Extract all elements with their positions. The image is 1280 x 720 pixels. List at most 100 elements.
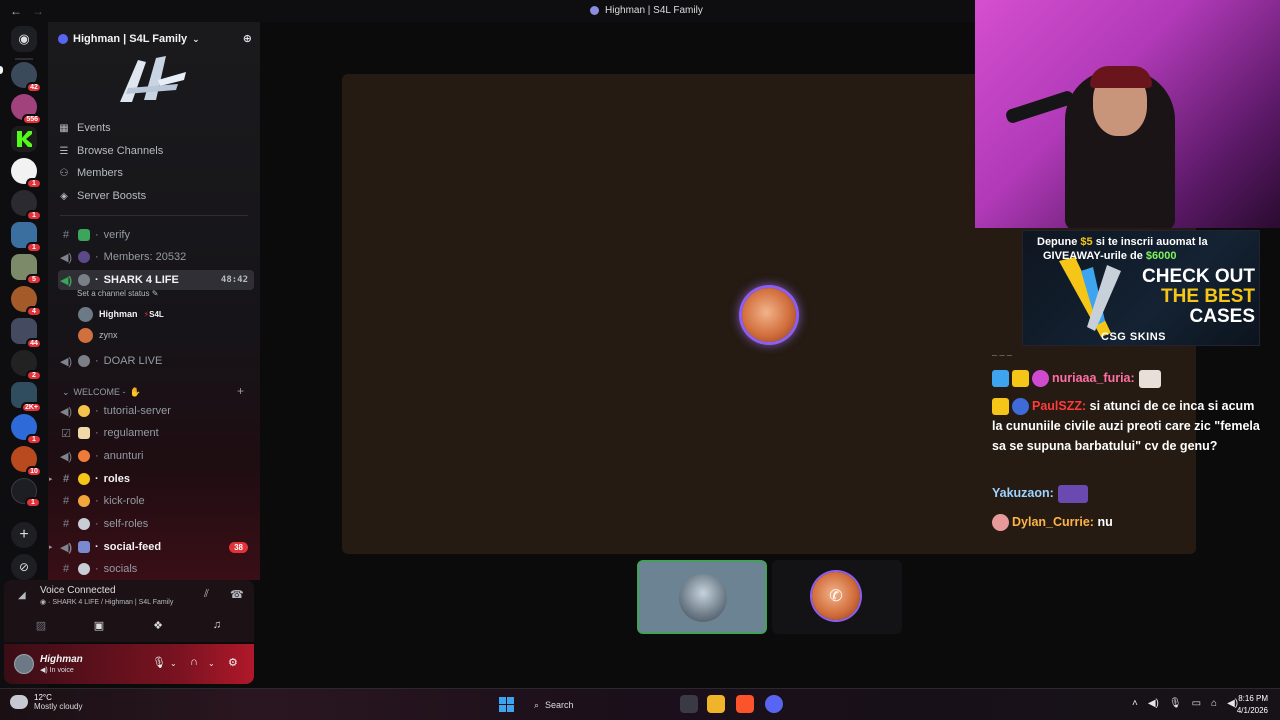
add-server-icon[interactable]: + bbox=[11, 522, 37, 548]
voice-connected-label[interactable]: Voice Connected bbox=[40, 585, 116, 596]
channel-regulament[interactable]: ☑ · regulament bbox=[58, 423, 254, 443]
screen-share-button[interactable]: ▣ bbox=[84, 616, 114, 634]
brave-browser-icon[interactable] bbox=[736, 695, 754, 713]
server-icon-11[interactable]: 1 bbox=[11, 414, 42, 445]
discord-home-icon[interactable]: ◉ bbox=[11, 26, 37, 52]
speaker-tray-icon[interactable]: ◀) bbox=[1148, 698, 1159, 709]
server-icon-1[interactable]: 42 bbox=[11, 62, 42, 93]
voice-channel-path[interactable]: ◉ · SHARK 4 LIFE / Highman | S4L Family bbox=[40, 598, 173, 606]
microphone-tray-icon[interactable]: 🎙︎ bbox=[1169, 698, 1182, 709]
windows-start-icon[interactable] bbox=[499, 697, 514, 712]
members-item[interactable]: ⚇ Members bbox=[58, 163, 253, 183]
speaking-user-avatar[interactable] bbox=[742, 288, 796, 342]
user-tag: ⚡S4L bbox=[144, 310, 164, 319]
back-arrow-icon[interactable]: ← bbox=[10, 4, 22, 18]
participant-tile-highman[interactable] bbox=[637, 560, 767, 634]
channel-members-count[interactable]: ◀) · Members: 20532 bbox=[58, 247, 254, 267]
browse-channels-item[interactable]: ☰ Browse Channels bbox=[58, 141, 253, 161]
server-icon-w[interactable]: 2 bbox=[11, 350, 42, 381]
channel-self-roles[interactable]: # · self-roles bbox=[58, 514, 254, 534]
channel-anunturi[interactable]: ◀) · anunturi bbox=[58, 446, 254, 466]
discover-icon[interactable]: ⊘ bbox=[11, 554, 37, 580]
task-view-icon[interactable] bbox=[680, 695, 698, 713]
server-icon-2[interactable]: 556 bbox=[11, 94, 42, 125]
taskbar-clock[interactable]: 8:16 PM 4/1/2026 bbox=[1232, 693, 1268, 717]
channel-shark-4-life[interactable]: ◀) · SHARK 4 LIFE 48:42 bbox=[58, 270, 254, 290]
category-welcome[interactable]: ⌄ WELCOME - ✋ bbox=[62, 387, 141, 398]
invite-people-icon[interactable]: ⊕ bbox=[243, 32, 252, 45]
channel-roles[interactable]: ▸ # · roles bbox=[49, 469, 254, 489]
avatar bbox=[78, 327, 93, 343]
voice-user-highman[interactable]: Highman ⚡S4L bbox=[78, 305, 164, 323]
camera-off-button[interactable]: ▨ bbox=[26, 616, 56, 634]
server-icon-12[interactable]: 10 bbox=[11, 446, 42, 477]
server-icon-csgoskins[interactable]: 1 bbox=[11, 190, 42, 221]
channel-status-text: Set a channel status bbox=[77, 289, 150, 298]
channel-social-feed[interactable]: ▸ ◀) · social-feed 38 bbox=[49, 537, 254, 557]
create-channel-icon[interactable]: + bbox=[237, 384, 244, 398]
mic-options-chevron-icon[interactable]: ⌄ bbox=[170, 659, 177, 668]
user-status-text: In voice bbox=[49, 667, 74, 674]
forward-arrow-icon[interactable]: → bbox=[32, 4, 44, 18]
noise-suppression-icon[interactable]: ⫽ bbox=[204, 588, 209, 601]
speaker-icon: ◀) bbox=[59, 355, 73, 368]
channel-name: tutorial-server bbox=[103, 405, 171, 417]
voice-user-zynx[interactable]: zynx bbox=[78, 326, 118, 344]
channel-status[interactable]: Set a channel status ✎ bbox=[77, 289, 158, 298]
taskbar-search[interactable]: ⌕ Search bbox=[526, 695, 636, 715]
unread-indicator bbox=[0, 66, 3, 74]
server-icon-6[interactable]: 1 bbox=[11, 222, 42, 253]
sub-badge-icon bbox=[1012, 398, 1029, 416]
mention-badge: 1 bbox=[26, 210, 42, 221]
weather-widget[interactable]: 12°C Mostly cloudy bbox=[10, 693, 82, 711]
server-header[interactable]: Highman | S4L Family ⌄ ⊕ bbox=[58, 30, 252, 48]
system-tray: ˄ ◀) 🎙︎ ▭ ⌂ ◀) bbox=[1132, 698, 1238, 709]
server-boosts-item[interactable]: ◈ Server Boosts bbox=[58, 186, 253, 206]
activities-button[interactable]: ❖ bbox=[143, 616, 173, 634]
channel-name: DOAR LIVE bbox=[103, 355, 163, 367]
crown-badge-icon bbox=[992, 398, 1009, 416]
mention-badge: 1 bbox=[25, 497, 41, 508]
server-icon-13[interactable]: 1 bbox=[11, 478, 41, 508]
audio-options-chevron-icon[interactable]: ⌄ bbox=[208, 659, 215, 668]
channel-verify[interactable]: # · verify bbox=[58, 225, 254, 245]
search-icon: ⌕ bbox=[534, 699, 540, 710]
network-tray-icon[interactable]: ⌂ bbox=[1211, 698, 1217, 709]
dice-emoji-icon bbox=[78, 518, 90, 530]
separator: · bbox=[95, 274, 99, 286]
wave-emoji-icon: ✋ bbox=[129, 387, 141, 397]
channel-socials[interactable]: # · socials bbox=[58, 559, 254, 579]
channel-doar-live[interactable]: ◀) · DOAR LIVE bbox=[58, 351, 254, 371]
server-icon-7[interactable]: 5 bbox=[11, 254, 42, 285]
signal-icon[interactable]: ◢ bbox=[18, 590, 26, 601]
disconnect-icon[interactable]: ☎ bbox=[230, 588, 244, 601]
channel-kick-role[interactable]: # · kick-role bbox=[58, 491, 254, 511]
hash-icon: # bbox=[62, 563, 70, 575]
server-folder-2[interactable]: 2K+ bbox=[11, 382, 42, 413]
user-name[interactable]: Highman bbox=[40, 654, 83, 665]
emote-icon bbox=[1057, 484, 1088, 503]
channel-name: self-roles bbox=[103, 518, 149, 530]
display-tray-icon[interactable]: ▭ bbox=[1192, 698, 1201, 709]
server-icon-8[interactable]: 4 bbox=[11, 286, 42, 317]
soundboard-button[interactable]: ♫ bbox=[202, 616, 232, 634]
events-item[interactable]: ▦ Events bbox=[58, 118, 253, 138]
server-icon-kick[interactable] bbox=[11, 126, 37, 152]
headphones-icon[interactable]: ∩ bbox=[190, 656, 198, 668]
participant-tile-zynx[interactable]: ✆ bbox=[772, 560, 902, 634]
chevron-down-icon: ⌄ bbox=[62, 387, 70, 397]
settings-gear-icon[interactable]: ⚙ bbox=[228, 656, 238, 669]
streamer-headset bbox=[1090, 66, 1152, 88]
microphone-icon[interactable]: 🎙︎ bbox=[152, 656, 166, 669]
server-folder-1[interactable]: 44 bbox=[11, 318, 42, 349]
pencil-icon: ✎ bbox=[151, 289, 159, 298]
user-avatar[interactable] bbox=[14, 654, 34, 674]
server-icon-4[interactable]: 1 bbox=[11, 158, 42, 189]
windows-taskbar: 12°C Mostly cloudy ⌕ Search ˄ ◀) 🎙︎ ▭ ⌂ ◀… bbox=[0, 688, 1280, 720]
discord-taskbar-icon[interactable] bbox=[765, 695, 783, 713]
chevron-up-icon[interactable]: ˄ bbox=[1132, 698, 1138, 709]
csgoskins-ad[interactable]: Depune $5 si te inscrii auomat la GIVEAW… bbox=[1022, 230, 1260, 346]
chat-username: Dylan_Currie: bbox=[1012, 515, 1094, 529]
channel-tutorial-server[interactable]: ◀) · tutorial-server bbox=[58, 401, 254, 421]
file-explorer-icon[interactable] bbox=[707, 695, 725, 713]
